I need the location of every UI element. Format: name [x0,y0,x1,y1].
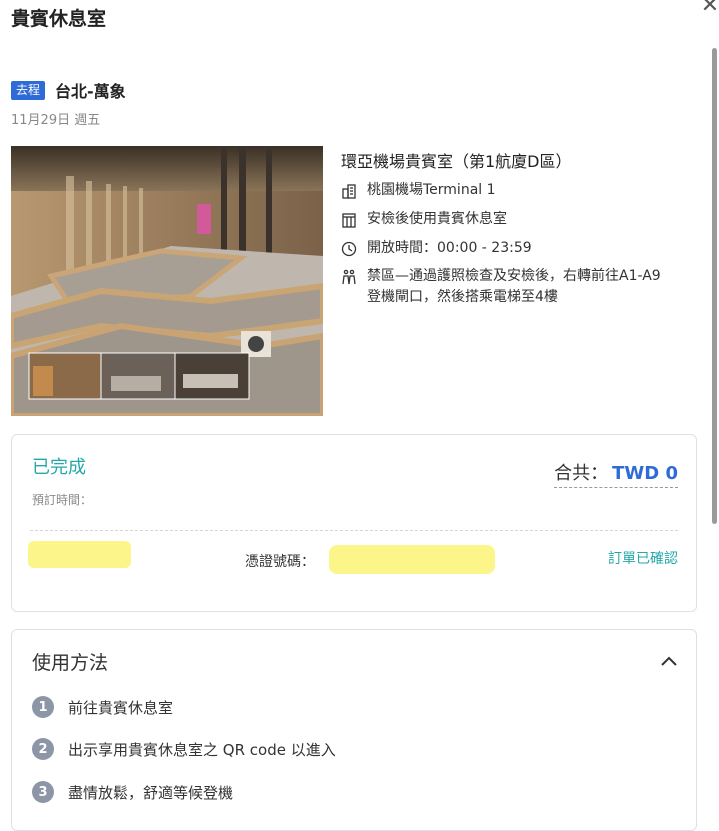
trip-header: 去程 台北-萬象 [11,78,126,102]
howto-card: 使用方法 1 前往貴賓休息室 2 出示享用貴賓休息室之 QR code 以進入 … [11,629,697,831]
trip-direction-badge: 去程 [11,80,46,100]
trip-route: 台北-萬象 [55,82,126,101]
redacted-voucher-number [329,545,495,574]
step-number: 3 [32,781,54,803]
trip-date: 11月29日 週五 [11,113,101,128]
lounge-photo [11,146,323,416]
step-text: 盡情放鬆，舒適等候登機 [68,783,234,802]
collapse-button[interactable] [658,650,680,672]
order-status: 訂單已確認 [608,551,678,567]
booked-time-label: 預訂時間： [32,493,93,507]
clock-icon [341,241,357,257]
total-price[interactable]: 合共： TWD 0 [554,459,678,488]
chevron-up-icon[interactable] [658,650,680,672]
directions-text: 禁區—通過護照檢查及安檢後，右轉前往A1-A9登機閘口，然後搭乘電梯至4樓 [367,268,661,305]
directions-row: 禁區—通過護照檢查及安檢後，右轉前往A1-A9登機閘口，然後搭乘電梯至4樓 [341,266,667,308]
gate-icon [342,213,356,228]
modal-title: 貴賓休息室 [11,8,107,30]
step-text: 前往貴賓休息室 [68,698,174,717]
howto-title: 使用方法 [32,652,109,674]
walking-icon [342,269,356,285]
close-button[interactable]: ✕ [698,0,719,18]
location-text: 桃園機場Terminal 1 [367,182,496,198]
booking-card: 已完成 預訂時間： 合共： TWD 0 憑證號碼： 訂單已確認 [11,434,697,612]
voucher-label: 憑證號碼： [245,554,315,570]
hours-text: 開放時間：00:00 - 23:59 [367,240,532,256]
step-number: 2 [32,738,54,760]
total-value: TWD 0 [612,463,678,484]
booking-status: 已完成 [32,457,86,478]
redacted-block [28,541,131,568]
access-text: 安檢後使用貴賓休息室 [367,211,507,227]
location-row: 桃園機場Terminal 1 [341,180,667,201]
divider [30,530,678,531]
building-icon [342,184,356,199]
total-label: 合共： [554,463,609,484]
lounge-name: 環亞機場貴賓室（第1航廈D區） [341,152,572,171]
scrollbar[interactable] [712,48,717,524]
step-item: 3 盡情放鬆，舒適等候登機 [32,781,233,803]
access-row: 安檢後使用貴賓休息室 [341,209,667,230]
hours-row: 開放時間：00:00 - 23:59 [341,238,667,259]
step-number: 1 [32,696,54,718]
step-text: 出示享用貴賓休息室之 QR code 以進入 [68,740,336,759]
step-item: 2 出示享用貴賓休息室之 QR code 以進入 [32,738,336,760]
step-item: 1 前往貴賓休息室 [32,696,173,718]
close-icon[interactable]: ✕ [701,0,719,18]
